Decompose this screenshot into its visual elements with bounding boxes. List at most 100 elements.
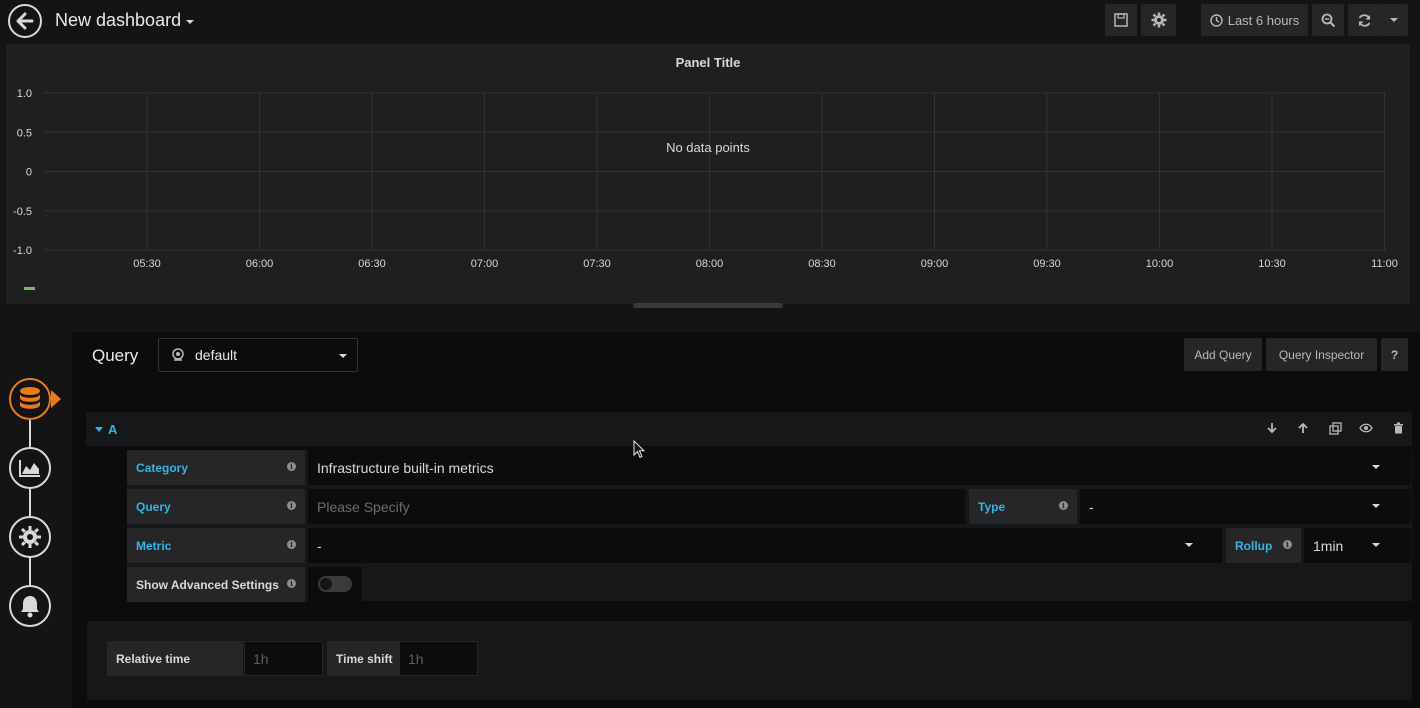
datasource-icon [172, 348, 184, 361]
time-range-label: Last 6 hours [1227, 12, 1300, 28]
clock-icon [1210, 13, 1223, 27]
x-tick-label: 07:00 [471, 258, 499, 270]
rollup-label-text: Rollup [1235, 538, 1273, 553]
info-icon[interactable]: i [287, 540, 296, 549]
category-select[interactable]: Infrastructure built-in metrics [308, 450, 1411, 485]
query-input-placeholder: Please Specify [317, 498, 410, 515]
type-label-text: Type [978, 499, 1006, 514]
advanced-settings-label: Show Advanced Settings [127, 567, 305, 602]
arrow-down-icon [1267, 423, 1277, 434]
metric-select[interactable]: - [308, 528, 1222, 563]
add-query-button[interactable]: Add Query [1184, 338, 1262, 371]
refresh-icon [1358, 13, 1370, 27]
info-icon[interactable]: i [1059, 501, 1068, 510]
x-tick-label: 06:30 [358, 258, 386, 270]
arrow-left-icon [16, 12, 34, 30]
copy-icon [1328, 421, 1342, 435]
area-chart-icon [19, 460, 40, 477]
time-shift-input[interactable]: 1h [399, 641, 478, 676]
queries-tab-button[interactable] [9, 378, 51, 420]
gear-icon [1151, 12, 1166, 28]
database-icon [20, 387, 40, 409]
info-icon[interactable]: i [1283, 540, 1292, 549]
save-icon [1114, 13, 1128, 27]
query-field-label: Query [127, 489, 305, 524]
eye-icon [1359, 423, 1373, 433]
top-navbar: New dashboard Last 6 hours [0, 0, 1420, 44]
legend-series-marker[interactable] [24, 287, 35, 290]
y-tick-label: -1.0 [13, 245, 32, 257]
y-tick-label: 1.0 [17, 88, 32, 100]
zoom-out-button[interactable] [1312, 4, 1344, 36]
x-tick-label: 09:00 [921, 258, 949, 270]
chevron-down-icon[interactable] [1372, 465, 1380, 469]
x-tick-label: 05:30 [133, 258, 161, 270]
alert-tab-button[interactable] [9, 585, 51, 627]
refresh-button[interactable] [1348, 4, 1380, 36]
info-icon[interactable]: i [287, 462, 296, 471]
query-inspector-button[interactable]: Query Inspector [1266, 338, 1377, 371]
relative-time-input[interactable]: 1h [244, 641, 323, 676]
info-icon[interactable]: i [287, 579, 296, 588]
advanced-settings-label-text: Show Advanced Settings [136, 577, 279, 592]
trash-icon [1393, 422, 1403, 434]
duplicate-query-button[interactable] [1328, 421, 1342, 435]
datasource-value: default [195, 347, 238, 363]
metric-label-text: Metric [136, 538, 172, 553]
active-tab-indicator [51, 390, 61, 408]
info-icon[interactable]: i [287, 501, 296, 510]
help-button[interactable]: ? [1381, 338, 1408, 371]
category-value: Infrastructure built-in metrics [317, 459, 494, 476]
save-dashboard-button[interactable] [1105, 4, 1137, 36]
metric-value: - [317, 537, 322, 554]
collapse-caret-icon[interactable] [95, 427, 103, 432]
graph-panel: Panel Title 1.0 0.5 0 -0.5 -1.0 05:30 06:00 06:… [6, 44, 1410, 304]
dashboard-title[interactable]: New dashboard [55, 10, 181, 31]
move-down-button[interactable] [1265, 421, 1279, 435]
back-button[interactable] [8, 4, 42, 38]
type-value: - [1089, 498, 1094, 515]
move-up-button[interactable] [1296, 421, 1310, 435]
y-tick-label: 0.5 [17, 127, 32, 139]
category-label: Category [127, 450, 305, 485]
chevron-down-icon[interactable] [1372, 543, 1380, 547]
query-field-label-text: Query [136, 499, 171, 514]
y-tick-label: 0 [26, 167, 32, 179]
x-tick-label: 06:00 [246, 258, 274, 270]
chevron-down-icon[interactable] [186, 20, 194, 24]
toggle-knob [320, 578, 332, 590]
settings-button[interactable] [1141, 4, 1176, 36]
visualization-tab-button[interactable] [9, 447, 51, 489]
refresh-interval-dropdown[interactable] [1380, 4, 1408, 36]
query-ref-id[interactable]: A [108, 422, 117, 437]
general-settings-tab-button[interactable] [9, 516, 51, 558]
x-tick-label: 08:00 [696, 258, 724, 270]
x-tick-label: 10:00 [1146, 258, 1174, 270]
query-row-header[interactable] [86, 412, 1412, 446]
x-tick-label: 07:30 [583, 258, 611, 270]
gear-wrench-icon [19, 526, 41, 548]
chevron-down-icon[interactable] [1185, 543, 1193, 547]
rollup-value: 1min [1313, 537, 1344, 554]
time-shift-label: Time shift [327, 641, 399, 676]
query-section-title: Query [92, 346, 139, 365]
datasource-select[interactable]: default [158, 338, 358, 372]
toggle-visibility-button[interactable] [1359, 421, 1373, 435]
x-tick-label: 11:00 [1371, 258, 1398, 270]
query-input[interactable]: Please Specify [308, 489, 965, 524]
no-data-message: No data points [666, 140, 750, 155]
chevron-down-icon[interactable] [1372, 504, 1380, 508]
type-select[interactable]: - [1080, 489, 1411, 524]
x-tick-label: 10:30 [1258, 258, 1286, 270]
x-tick-label: 09:30 [1033, 258, 1061, 270]
relative-time-label: Relative time [107, 641, 243, 676]
time-picker-button[interactable]: Last 6 hours [1201, 4, 1308, 36]
remove-query-button[interactable] [1391, 421, 1405, 435]
advanced-settings-toggle[interactable] [318, 576, 352, 592]
y-tick-label: -0.5 [13, 206, 32, 218]
bell-icon [21, 596, 39, 618]
rollup-select[interactable]: 1min [1304, 528, 1411, 563]
panel-resize-handle[interactable] [633, 303, 783, 308]
metric-label: Metric [127, 528, 305, 563]
x-tick-label: 08:30 [808, 258, 836, 270]
